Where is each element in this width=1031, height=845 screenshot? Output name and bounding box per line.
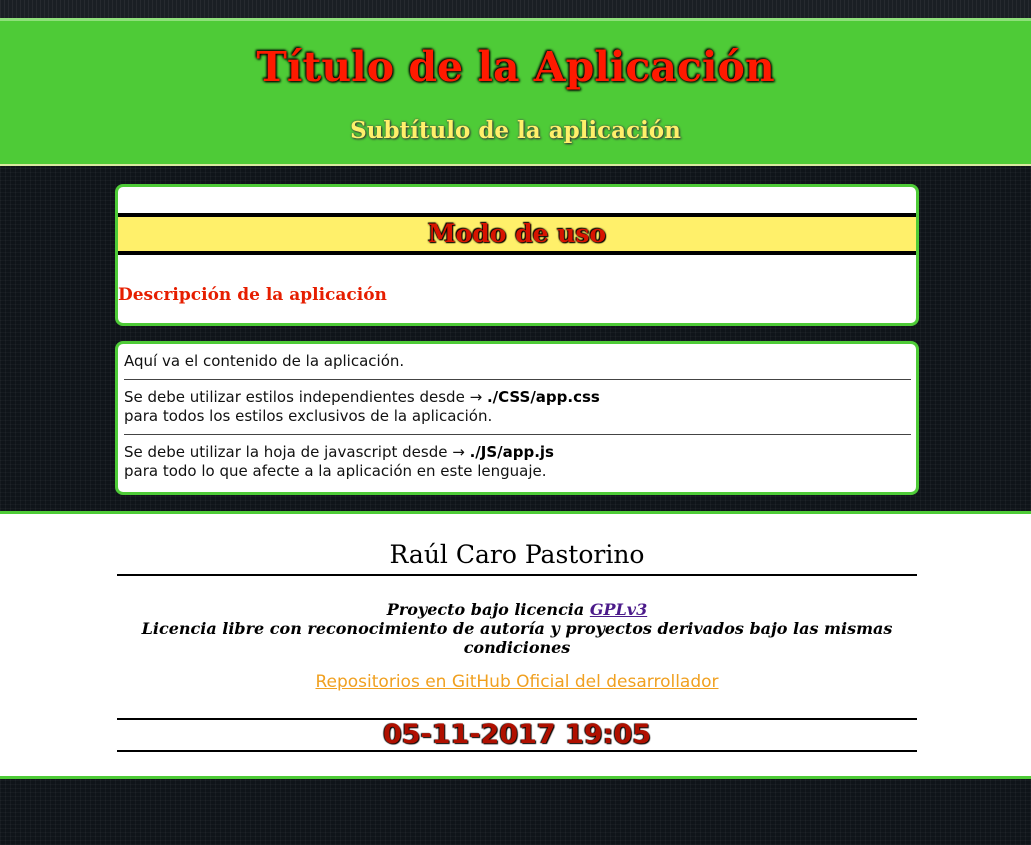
content-card: Aquí va el contenido de la aplicación. S…	[115, 341, 919, 495]
author-name: Raúl Caro Pastorino	[117, 540, 917, 576]
content-divider	[124, 434, 911, 435]
usage-heading-band: Modo de uso	[118, 213, 916, 255]
gpl-license-link[interactable]: GPLv3	[590, 600, 647, 619]
page-footer: Raúl Caro Pastorino Proyecto bajo licenc…	[0, 511, 1031, 779]
datetime-display: 05-11-2017 19:05	[382, 719, 652, 750]
css-note: para todos los estilos exclusivos de la …	[124, 407, 493, 425]
css-instruction: Se debe utilizar estilos independientes …	[124, 388, 911, 407]
github-repos-link[interactable]: Repositorios en GitHub Oficial del desar…	[315, 672, 718, 692]
js-instruction: Se debe utilizar la hoja de javascript d…	[124, 443, 911, 462]
license-block: Proyecto bajo licencia GPLv3 Licencia li…	[117, 600, 917, 657]
license-description: Licencia libre con reconocimiento de aut…	[141, 619, 893, 657]
repos-block: Repositorios en GitHub Oficial del desar…	[117, 672, 917, 692]
usage-heading: Modo de uso	[427, 219, 607, 248]
app-subtitle: Subtítulo de la aplicación	[350, 117, 681, 144]
usage-card: Modo de uso Descripción de la aplicación	[115, 184, 919, 326]
js-instruction-text: Se debe utilizar la hoja de javascript d…	[124, 443, 465, 461]
usage-description: Descripción de la aplicación	[118, 285, 387, 305]
license-prefix: Proyecto bajo licencia	[386, 600, 585, 619]
top-strip	[0, 0, 1031, 18]
datetime-box: 05-11-2017 19:05	[117, 718, 917, 752]
css-instruction-text: Se debe utilizar estilos independientes …	[124, 388, 483, 406]
app-title: Título de la Aplicación	[256, 43, 775, 91]
content-divider	[124, 379, 911, 380]
js-path: ./JS/app.js	[469, 443, 554, 461]
app-header: Título de la Aplicación Subtítulo de la …	[0, 18, 1031, 166]
css-path: ./CSS/app.css	[486, 388, 600, 406]
license-line: Proyecto bajo licencia GPLv3	[117, 600, 917, 619]
js-note: para todo lo que afecte a la aplicación …	[124, 462, 547, 480]
content-intro: Aquí va el contenido de la aplicación.	[124, 352, 405, 370]
